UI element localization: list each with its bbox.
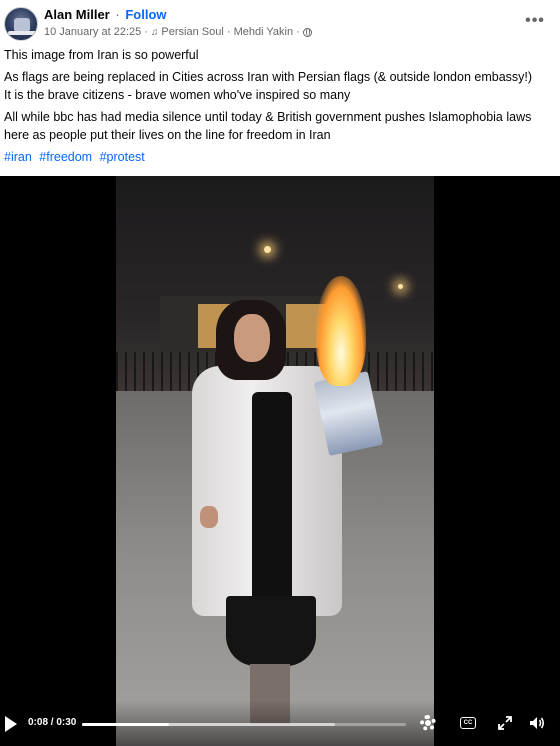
skirt xyxy=(226,596,316,666)
cc-icon[interactable]: CC xyxy=(460,717,476,729)
play-icon[interactable] xyxy=(4,716,18,732)
hashtag-link[interactable]: #protest xyxy=(100,150,145,164)
video-frame xyxy=(116,176,434,746)
audio-track[interactable]: Persian Soul · Mehdi Yakin xyxy=(161,26,293,38)
avatar-image xyxy=(14,18,30,32)
hand xyxy=(200,506,218,528)
gear-icon[interactable] xyxy=(420,715,436,731)
author-line: Alan Miller · Follow xyxy=(44,7,167,22)
follow-button[interactable]: Follow xyxy=(125,7,166,22)
post-paragraph: It is the brave citizens - brave women w… xyxy=(4,88,351,102)
progress-bar[interactable] xyxy=(82,723,406,726)
hashtag-link[interactable]: #iran xyxy=(4,150,32,164)
name-separator: · xyxy=(115,7,120,22)
more-options-icon[interactable]: ••• xyxy=(524,10,546,32)
face xyxy=(234,314,270,362)
video-controls: 0:08 / 0:30 CC xyxy=(0,700,560,746)
hashtag-link[interactable]: #freedom xyxy=(39,150,92,164)
street-light xyxy=(264,246,271,253)
globe-icon[interactable] xyxy=(302,27,312,37)
progress-fill xyxy=(82,723,170,726)
post-paragraph: All while bbc has had media silence unti… xyxy=(4,110,532,142)
hashtag-list: #iran #freedom #protest xyxy=(4,148,554,166)
time-display: 0:08 / 0:30 xyxy=(28,717,77,728)
flame xyxy=(316,276,366,386)
post-timestamp[interactable]: 10 January at 22:25 xyxy=(44,26,141,38)
post-body: This image from Iran is so powerful As f… xyxy=(4,46,554,170)
post-header: Alan Miller · Follow 10 January at 22:25… xyxy=(0,0,560,44)
street-light xyxy=(398,284,403,289)
fullscreen-icon[interactable] xyxy=(497,715,513,731)
post-meta: 10 January at 22:25 · ♫ Persian Soul · M… xyxy=(44,26,312,38)
dark-dress xyxy=(252,392,292,622)
meta-separator: · xyxy=(144,26,148,38)
music-note-icon: ♫ xyxy=(150,26,159,38)
video-player[interactable]: 0:08 / 0:30 CC xyxy=(0,176,560,746)
author-avatar[interactable] xyxy=(4,7,38,41)
avatar-band xyxy=(8,31,36,35)
post-paragraph: As flags are being replaced in Cities ac… xyxy=(4,70,533,84)
meta-separator: · xyxy=(296,26,300,38)
volume-icon[interactable] xyxy=(528,714,546,732)
author-name[interactable]: Alan Miller xyxy=(44,7,110,22)
post-paragraph: This image from Iran is so powerful xyxy=(4,48,199,62)
